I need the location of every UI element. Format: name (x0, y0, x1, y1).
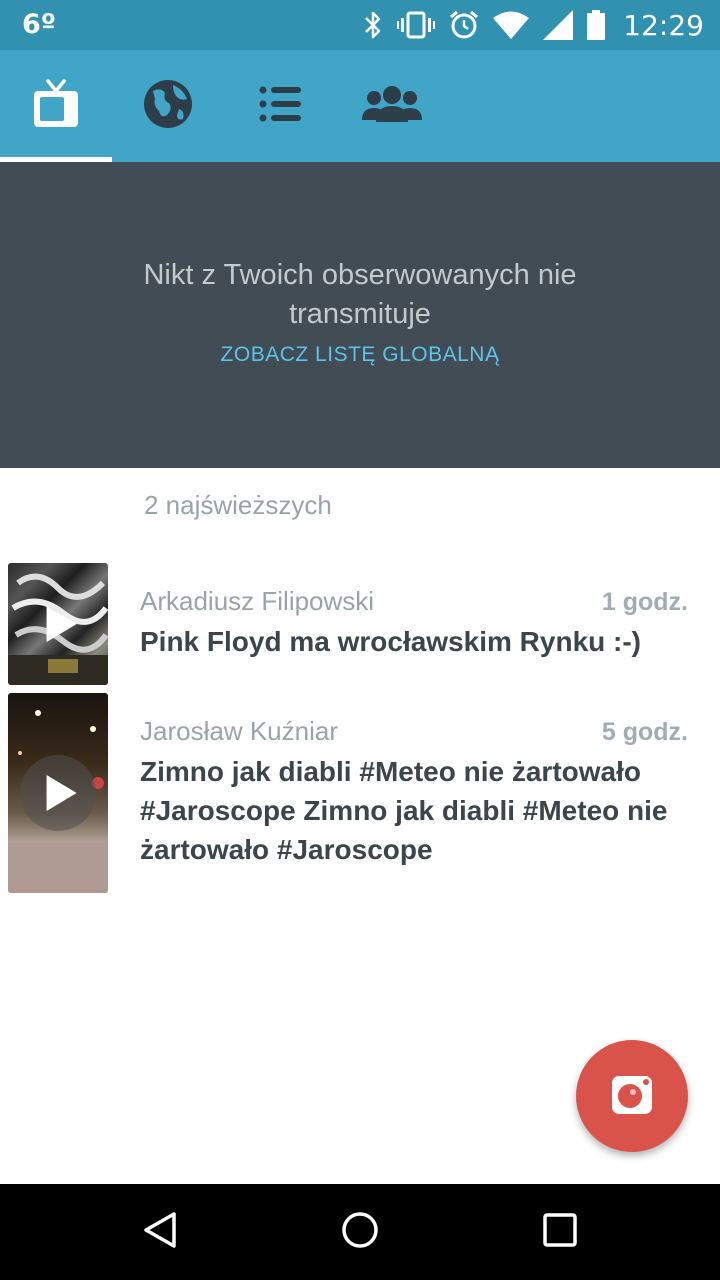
broadcast-time: 5 godz. (601, 718, 688, 746)
broadcast-thumbnail (8, 693, 108, 893)
tab-global[interactable] (112, 50, 224, 162)
broadcast-author: Jarosław Kuźniar (140, 716, 338, 746)
wifi-icon (493, 11, 530, 39)
recents-icon (540, 1210, 580, 1254)
signal-icon (543, 10, 574, 40)
battery-icon (587, 10, 606, 40)
clock-label: 12:29 (623, 8, 704, 42)
play-icon (46, 606, 77, 642)
section-header: 2 najświeższych (144, 490, 332, 520)
empty-state-message: Nikt z Twoich obserwowanych nie transmit… (143, 259, 577, 330)
recents-button[interactable] (520, 1202, 600, 1262)
list-icon (259, 86, 301, 126)
globe-icon (143, 79, 193, 133)
vibrate-icon (397, 10, 436, 40)
broadcast-author: Arkadiusz Filipowski (140, 586, 375, 616)
broadcast-thumbnail (8, 563, 108, 685)
bluetooth-icon (363, 10, 383, 40)
camera-icon (610, 1072, 654, 1120)
broadcast-title: Pink Floyd ma wrocławskim Rynku :-) (140, 626, 642, 657)
people-icon (360, 86, 424, 126)
navigation-bar (0, 1184, 720, 1280)
broadcast-title: Zimno jak diabli #Meteo nie żartowało #J… (140, 756, 668, 865)
see-global-list-link[interactable]: ZOBACZ LISTĘ GLOBALNĄ (0, 343, 720, 367)
broadcast-time: 1 godz. (601, 588, 688, 616)
tab-bar (0, 50, 720, 162)
start-broadcast-button[interactable] (576, 1040, 688, 1152)
broadcast-item[interactable]: Jarosław Kuźniar 5 godz. Zimno jak diabl… (0, 692, 720, 894)
alarm-icon (449, 10, 479, 40)
home-icon (340, 1210, 380, 1254)
tab-live[interactable] (0, 50, 112, 162)
tab-list[interactable] (224, 50, 336, 162)
tab-people[interactable] (336, 50, 448, 162)
home-button[interactable] (320, 1202, 400, 1262)
tv-icon (32, 79, 80, 133)
empty-state-banner: Nikt z Twoich obserwowanych nie transmit… (0, 162, 720, 468)
back-icon (140, 1210, 180, 1254)
back-button[interactable] (120, 1202, 200, 1262)
status-icons: 12:29 (363, 6, 704, 44)
status-bar: 6º 12:29 (0, 0, 720, 50)
play-icon (46, 775, 77, 811)
broadcast-item[interactable]: Arkadiusz Filipowski 1 godz. Pink Floyd … (0, 562, 720, 686)
temperature-label: 6º (22, 9, 57, 40)
